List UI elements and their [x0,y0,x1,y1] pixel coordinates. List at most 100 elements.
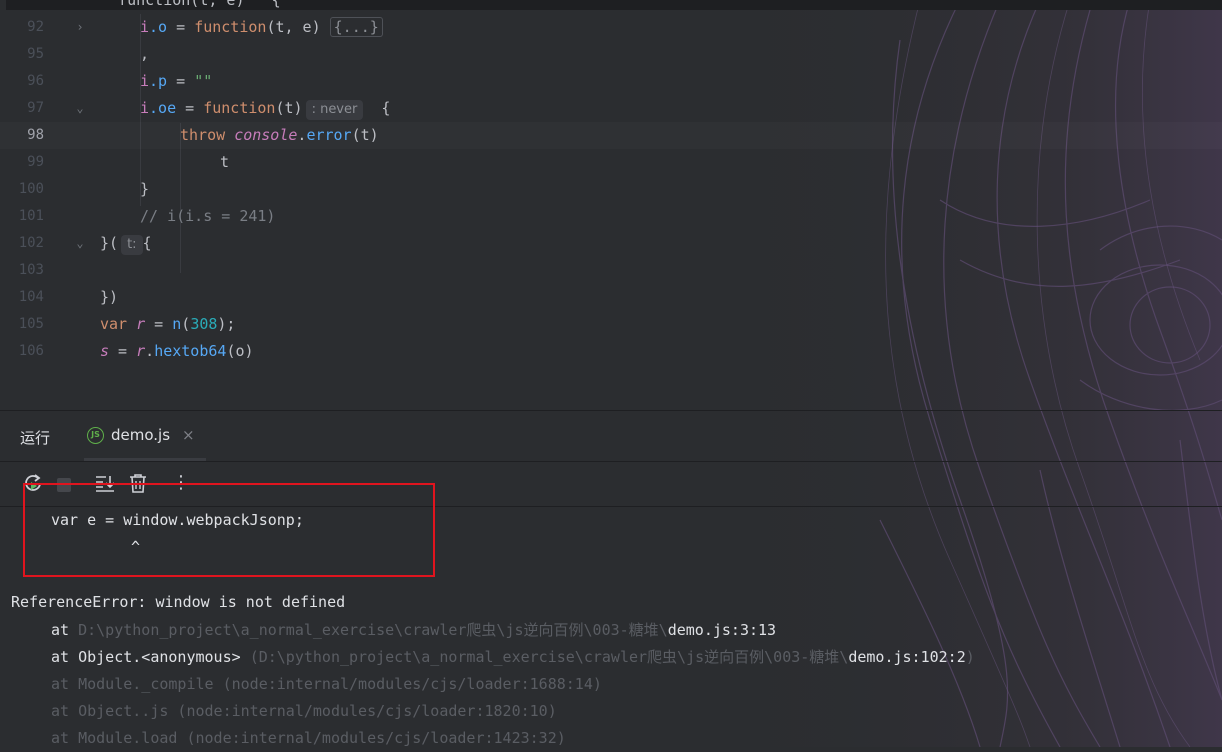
code-line[interactable]: 95, [0,41,1222,68]
code-text: , [140,41,149,68]
editor-top-partial-line: function(t, e) { [0,0,1222,10]
code-token: }( [100,234,119,252]
code-editor[interactable]: function(t, e) { 92 › i.o = function(t, e)… [0,0,1222,410]
stack-frame-3: at Module._compile (node:internal/module… [51,675,602,693]
frame-at: at [51,621,79,639]
code-token: error [306,126,352,144]
stack-frame-1: at D:\python_project\a_normal_exercise\c… [51,617,776,644]
code-token: { [363,99,391,117]
code-line[interactable]: 96 i.p = "" [0,68,1222,95]
code-token: .p [149,72,168,90]
code-token: i [140,18,150,36]
code-line[interactable]: 97 ⌄ i.oe = function(t): never { [0,95,1222,122]
line-number: 96 [27,73,44,89]
code-token: // i(i.s = 241) [140,207,276,225]
run-title: 运行 [20,429,51,447]
code-text: throw console.error(t) [180,122,379,149]
code-token: 308 [190,315,218,333]
code-line[interactable]: 103 [0,257,1222,284]
code-text: i.p = "" [140,68,212,95]
tab-active-underline [84,458,206,461]
console-error-message: ReferenceError: window is not defined [11,593,346,611]
code-line[interactable]: 106 s = r.hextob64(o) [0,338,1222,365]
code-token: console [234,126,298,144]
code-text: i.oe = function(t): never { [140,95,390,122]
fold-collapse-icon[interactable]: ⌄ [74,95,86,122]
code-token: n [172,315,182,333]
code-token: } [140,180,150,198]
code-token: ( [181,315,191,333]
code-token: "" [194,72,213,90]
inlay-hint: : never [305,100,364,120]
code-token: = [109,342,137,360]
line-number: 104 [18,289,44,305]
code-token: function [203,99,276,117]
stack-frame-5: at Module.load (node:internal/modules/cj… [51,729,566,747]
code-token: s [100,342,110,360]
code-text: var r = n(308); [100,311,235,338]
code-line[interactable]: 98 throw console.error(t) [0,122,1222,149]
close-icon[interactable]: × [182,426,195,444]
code-token: ); [217,315,236,333]
code-text: }(t:{ [100,230,152,257]
code-token: hextob64 [154,342,227,360]
fold-expand-icon[interactable]: › [74,14,86,41]
code-line[interactable]: 101 // i(i.s = 241) [0,203,1222,230]
stack-frame-4: at Object..js (node:internal/modules/cjs… [51,702,557,720]
code-token: i [140,72,150,90]
line-number: 92 [27,19,44,35]
highlight-box-annotation [23,483,435,577]
code-text: s = r.hextob64(o) [100,338,254,365]
line-number: 106 [18,343,44,359]
frame-at: at Object.<anonymous> [51,648,250,666]
code-text: i.o = function(t, e) {...} [140,14,383,41]
frame-path: D:\python_project\a_normal_exercise\craw… [78,621,668,639]
frame-close-paren: ) [965,648,975,666]
code-token: = [145,315,173,333]
code-text: }) [100,284,118,311]
code-token: .o [149,18,168,36]
line-number: 100 [18,181,44,197]
tab-demo-js[interactable]: JS demo.js × [84,423,206,461]
code-token: function [194,18,267,36]
partial-code-text: function(t, e) { [100,0,281,9]
code-text: t [220,149,229,176]
code-line[interactable]: 105 var r = n(308); [0,311,1222,338]
code-line[interactable]: 102 ⌄}(t:{ [0,230,1222,257]
line-number: 97 [27,100,44,116]
code-text: // i(i.s = 241) [140,203,275,230]
code-token: (t) [275,99,303,117]
frame-path: (D:\python_project\a_normal_exercise\cra… [249,648,849,666]
line-number: 99 [27,154,44,170]
run-header: 运行 JS demo.js × [0,411,1222,462]
frame-file-link[interactable]: demo.js:102:2 [848,648,965,666]
line-number: 103 [18,262,44,278]
code-line[interactable]: 104}) [0,284,1222,311]
code-token: (t) [351,126,379,144]
code-token: . [145,342,155,360]
line-number: 95 [27,46,44,62]
nodejs-icon: JS [87,427,104,444]
code-token: r [136,315,146,333]
fold-collapse-icon[interactable]: ⌄ [74,230,86,257]
code-token: r [136,342,146,360]
code-token: = [176,99,204,117]
line-number: 105 [18,316,44,332]
code-token: = [167,72,195,90]
line-number: 98 [27,127,44,143]
code-token: (t, e) [266,18,330,36]
code-line[interactable]: 99 t [0,149,1222,176]
code-token: { [142,234,152,252]
stack-frame-2: at Object.<anonymous> (D:\python_project… [51,644,975,671]
code-line[interactable]: 100} [0,176,1222,203]
code-token: throw [180,126,235,144]
code-text: } [140,176,149,203]
code-token: }) [100,288,119,306]
code-token: = [167,18,195,36]
frame-file-link[interactable]: demo.js:3:13 [668,621,776,639]
code-line[interactable]: 92 › i.o = function(t, e) {...} [0,14,1222,41]
folded-region[interactable]: {...} [329,17,383,37]
code-token: , [140,45,150,63]
code-token: i [140,99,150,117]
line-number: 101 [18,208,44,224]
